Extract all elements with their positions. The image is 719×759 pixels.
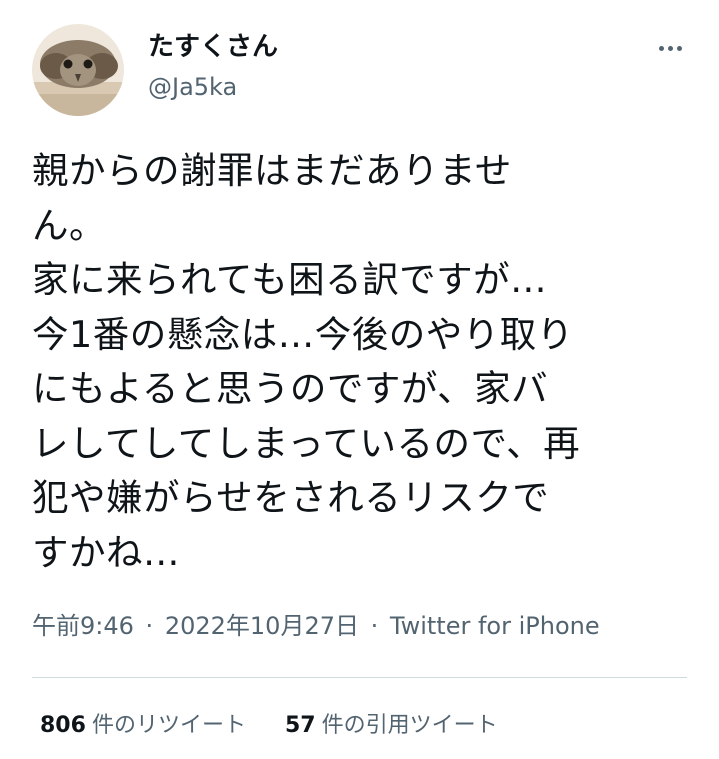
tweet-text-line: ん。 xyxy=(32,203,106,247)
user-handle[interactable]: @Ja5ka xyxy=(148,71,237,103)
quotes-stat[interactable]: 57 件の引用ツイート xyxy=(285,708,498,744)
retweets-label: 件のリツイート xyxy=(91,713,246,738)
tweet-time[interactable]: 午前9:46 xyxy=(32,612,134,640)
tweet-text-line: すかね… xyxy=(32,530,180,574)
more-horizontal-icon xyxy=(657,45,684,51)
tweet-text-line: 親からの謝罪はまだありませ xyxy=(32,149,512,192)
tweet: たすくさん @Ja5ka 親からの謝罪はまだありませ ん。 家に来られても困る訳… xyxy=(0,0,719,759)
quotes-count: 57 xyxy=(284,713,316,738)
retweets-stat[interactable]: 806 件のリツイート xyxy=(40,708,246,744)
divider xyxy=(32,677,687,678)
meta-separator: · xyxy=(370,612,379,640)
avatar-bird-photo xyxy=(32,24,124,116)
tweet-source[interactable]: Twitter for iPhone xyxy=(390,612,600,640)
tweet-text-line: 犯や嫌がらせをされるリスクで xyxy=(32,476,550,519)
tweet-date[interactable]: 2022年10月27日 xyxy=(165,612,359,640)
avatar[interactable] xyxy=(32,24,124,116)
quotes-label: 件の引用ツイート xyxy=(321,713,498,738)
tweet-text-line: にもよると思うのですが、家バ xyxy=(32,367,549,410)
retweets-count: 806 xyxy=(40,713,86,738)
tweet-text: 親からの謝罪はまだありませ ん。 家に来られても困る訳ですが… 今1番の懸念は…… xyxy=(32,144,697,580)
meta-separator: · xyxy=(145,612,154,640)
tweet-stats: 806 件のリツイート 57 件の引用ツイート xyxy=(40,708,498,744)
more-options-button[interactable] xyxy=(650,30,690,66)
tweet-text-line: 家に来られても困る訳ですが… xyxy=(32,258,548,301)
tweet-meta: 午前9:46 · 2022年10月27日 · Twitter for iPhon… xyxy=(32,608,600,644)
tweet-text-line: レしてしてしまっているので、再 xyxy=(32,421,581,465)
display-name[interactable]: たすくさん xyxy=(148,30,278,64)
tweet-text-line: 今1番の懸念は…今後のやり取り xyxy=(32,312,574,356)
